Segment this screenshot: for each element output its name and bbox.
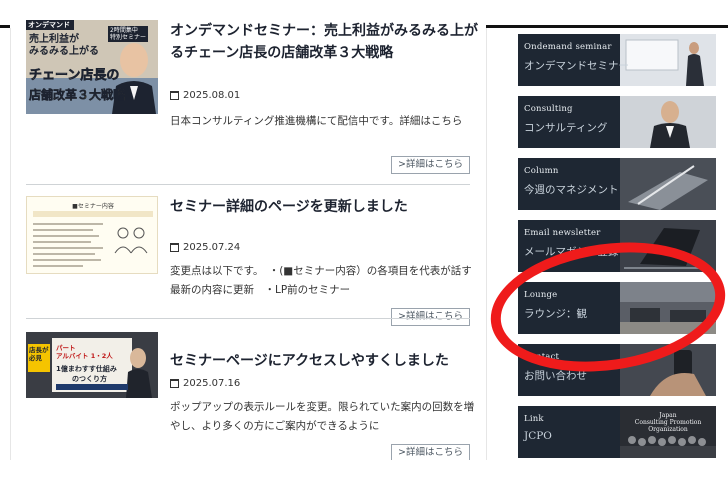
thumb-line-1: 売上利益が	[29, 34, 79, 45]
post-date-text: 2025.07.24	[183, 242, 241, 253]
thumb-line-2: 1億まわすす仕組み	[56, 365, 117, 373]
post-title[interactable]: セミナーページにアクセスしやすくしました	[170, 350, 486, 372]
sidebar-item-jp: JCPO	[524, 430, 552, 442]
post-thumbnail[interactable]: オンデマンド 売上利益が みるみる上がる チェーン店長の 店舗改革３大戦略 2時…	[26, 20, 158, 114]
post-divider	[26, 318, 470, 319]
post-date-text: 2025.08.01	[183, 90, 241, 101]
thumb-line-3: のつくり方	[72, 375, 107, 383]
sidebar-item-en: Email newsletter	[524, 228, 601, 238]
sidebar-item-link[interactable]: Japan Consulting Promotion Organization …	[518, 406, 716, 458]
thumb-line-1: パート アルバイト 1・2人	[56, 344, 113, 360]
link-overlay-text: Japan Consulting Promotion Organization	[634, 412, 702, 433]
sidebar-item-en: Link	[524, 414, 544, 424]
sidebar-item-en: Consulting	[524, 104, 573, 114]
post-title[interactable]: オンデマンドセミナー：売上利益がみるみる上がるチェーン店長の店舗改革３大戦略	[170, 20, 486, 64]
thumb-line-3: チェーン店長の	[29, 68, 120, 84]
sidebar-item-jp: コンサルティング	[524, 122, 608, 134]
post-date-text: 2025.07.16	[183, 378, 241, 389]
post-date: 2025.07.16	[170, 378, 240, 389]
person-suit-icon	[620, 96, 716, 148]
more-button[interactable]: >詳細はこちら	[391, 444, 470, 460]
calendar-icon	[170, 91, 179, 100]
post-title[interactable]: セミナー詳細のページを更新しました	[170, 196, 486, 218]
sidebar-item-jp: 今週のマネジメント	[524, 184, 619, 196]
calendar-icon	[170, 243, 179, 252]
post-excerpt: ポップアップの表示ルールを変更。限られていた案内の回数を増やし、より多くの方にご…	[170, 401, 475, 432]
sidebar-item-jp: オンデマンドセミナー	[524, 60, 629, 72]
post-thumbnail[interactable]: ■セミナー内容	[26, 196, 158, 274]
sidebar-item-column[interactable]: Column 今週のマネジメント	[518, 158, 716, 210]
thumb-badge: 店長が 必見	[29, 346, 49, 362]
post-excerpt: 変更点は以下です。 ・(■セミナー内容）の各項目を代表が話す最新の内容に更新 ・…	[170, 265, 472, 296]
post-date: 2025.08.01	[170, 90, 240, 101]
sidebar-item-en: Ondemand seminar	[524, 42, 612, 52]
post-excerpt: 日本コンサルティング推進機構にて配信中です。詳細はこちら	[170, 115, 463, 127]
thumb-badge: オンデマンド	[28, 21, 70, 29]
sidebar-item-en: Column	[524, 166, 559, 176]
more-button[interactable]: >詳細はこちら	[391, 156, 470, 174]
hand-pen-icon	[620, 158, 716, 210]
post-date: 2025.07.24	[170, 242, 240, 253]
post-thumbnail[interactable]: 店長が 必見 パート アルバイト 1・2人 1億まわすす仕組み のつくり方	[26, 332, 158, 398]
thumb-line-4: 店舗改革３大戦略	[29, 88, 126, 103]
sidebar-item-consulting[interactable]: Consulting コンサルティング	[518, 96, 716, 148]
post-list: オンデマンド 売上利益が みるみる上がる チェーン店長の 店舗改革３大戦略 2時…	[10, 20, 486, 460]
person-presenting-icon	[620, 34, 716, 86]
sidebar-item-ondemand-seminar[interactable]: Ondemand seminar オンデマンドセミナー	[518, 34, 716, 86]
thumb-line-2: みるみる上がる	[29, 46, 99, 57]
thumb-tag: 2時間集中 特別セミナー	[108, 26, 149, 42]
panel-border-left	[10, 28, 11, 460]
calendar-icon	[170, 379, 179, 388]
post-divider	[26, 184, 470, 185]
more-button[interactable]: >詳細はこちら	[391, 308, 470, 326]
panel-border-right	[486, 28, 487, 460]
